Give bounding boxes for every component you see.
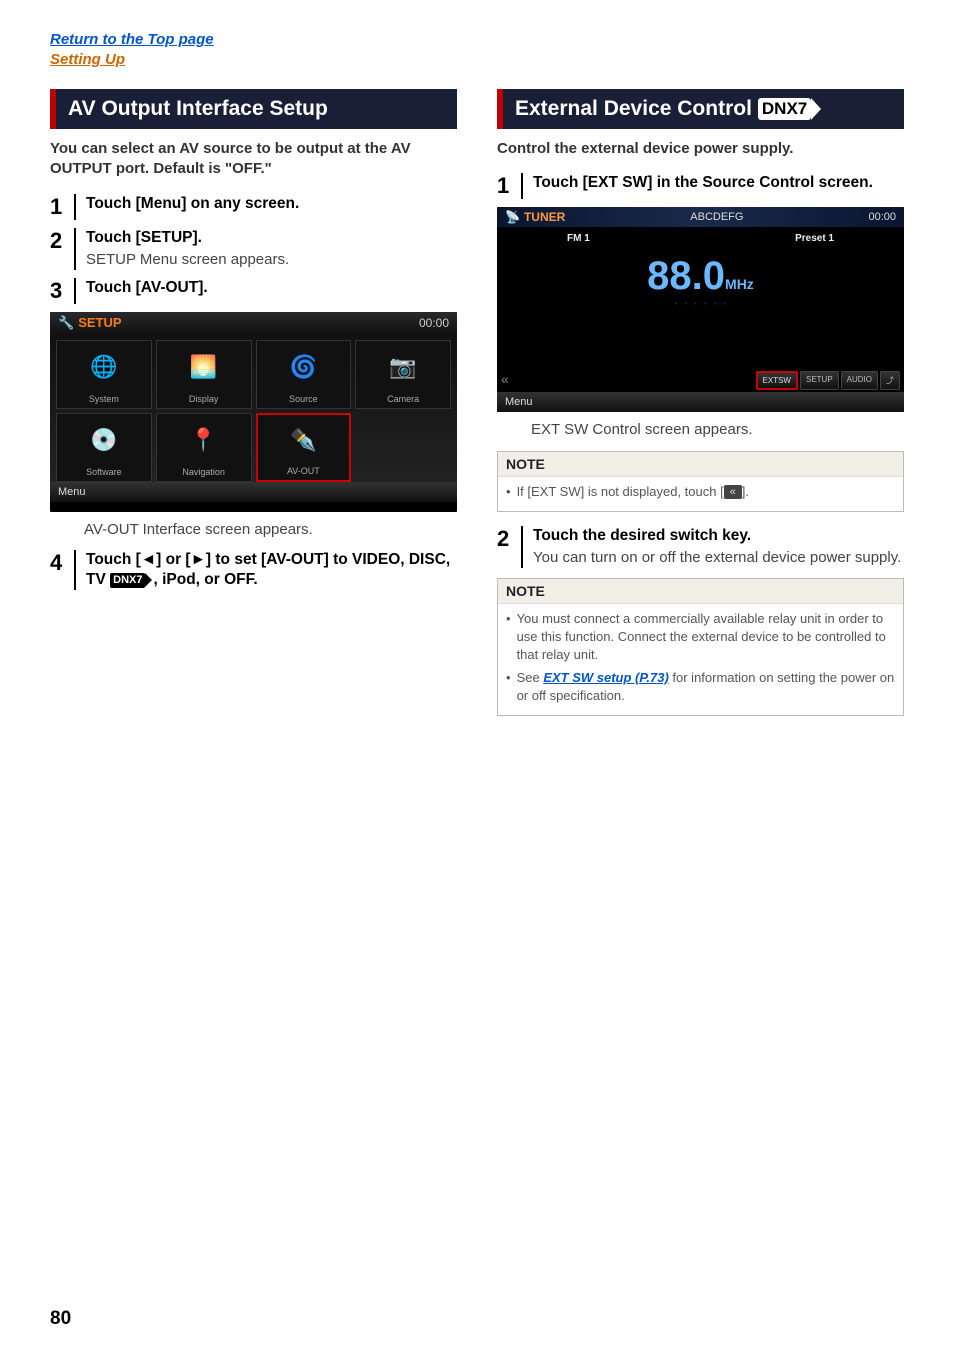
tile-software[interactable]: 💿Software (56, 413, 152, 482)
note-box-1: NOTE If [EXT SW] is not displayed, touch… (497, 451, 904, 512)
note1-bullet: If [EXT SW] is not displayed, touch [«]. (506, 483, 895, 501)
step-1: 1 Touch [Menu] on any screen. (50, 194, 457, 220)
nav-icon: 📍 (157, 414, 251, 467)
antenna-icon: 📡 (505, 210, 520, 224)
heading-ext-device: External Device Control DNX7 (497, 89, 904, 129)
after-setup-shot: AV-OUT Interface screen appears. (84, 520, 457, 540)
tile-avout[interactable]: ✒️AV-OUT (256, 413, 352, 482)
tuner-label: TUNER (524, 210, 565, 224)
display-icon: 🌅 (157, 341, 251, 394)
camera-icon: 📷 (356, 341, 450, 394)
r-step-1-title: Touch [EXT SW] in the Source Control scr… (533, 173, 904, 193)
r-step-2-desc: You can turn on or off the external devi… (533, 548, 904, 568)
return-top-link[interactable]: Return to the Top page (50, 31, 214, 48)
tuner-band-row: FM 1 Preset 1 (497, 227, 904, 250)
after-tuner-shot: EXT SW Control screen appears. (531, 420, 904, 440)
note-box-2: NOTE You must connect a commercially ava… (497, 578, 904, 716)
ext-intro: Control the external device power supply… (497, 139, 904, 159)
scroll-left-small-icon: « (724, 485, 742, 499)
avout-icon: ✒️ (258, 415, 350, 466)
heading-av-output-text: AV Output Interface Setup (68, 97, 328, 121)
note2-bullet-2: See EXT SW setup (P.73) for information … (506, 669, 895, 705)
step-num-3: 3 (50, 278, 74, 304)
note2-title: NOTE (498, 579, 903, 604)
extsw-button[interactable]: EXTSW (756, 371, 798, 390)
section-link[interactable]: Setting Up (50, 51, 125, 68)
tuner-abcdefg: ABCDEFG (690, 211, 743, 223)
breadcrumb: Return to the Top page Setting Up (50, 30, 904, 69)
r-step-2-title: Touch the desired switch key. (533, 526, 904, 546)
step-3: 3 Touch [AV-OUT]. (50, 278, 457, 304)
tile-system[interactable]: 🌐System (56, 340, 152, 409)
tile-source[interactable]: 🌀Source (256, 340, 352, 409)
r-step-2: 2 Touch the desired switch key. You can … (497, 526, 904, 568)
step-1-title: Touch [Menu] on any screen. (86, 194, 457, 214)
note2-bullet-1: You must connect a commercially availabl… (506, 610, 895, 665)
step-2-title: Touch [SETUP]. (86, 228, 457, 248)
setup-screenshot: 🔧 SETUP 00:00 🌐System 🌅Display 🌀Source 📷… (50, 312, 457, 512)
setup-menu-button[interactable]: Menu (50, 482, 457, 502)
step-2: 2 Touch [SETUP]. SETUP Menu screen appea… (50, 228, 457, 270)
tile-display[interactable]: 🌅Display (156, 340, 252, 409)
setup-clock: 00:00 (419, 316, 449, 330)
tuner-setup-button[interactable]: SETUP (800, 371, 839, 390)
r-step-num-2: 2 (497, 526, 521, 568)
tuner-logo: 📡 TUNER (505, 210, 565, 224)
setup-logo: 🔧 SETUP (58, 315, 122, 331)
tuner-audio-button[interactable]: AUDIO (841, 371, 878, 390)
tuner-screenshot: 📡 TUNER ABCDEFG 00:00 FM 1 Preset 1 88.0… (497, 207, 904, 412)
heading-av-output: AV Output Interface Setup (50, 89, 457, 129)
right-column: External Device Control DNX7 Control the… (497, 89, 904, 730)
tuner-band: FM 1 (567, 233, 590, 244)
r-step-num-1: 1 (497, 173, 521, 199)
tuner-menu-button[interactable]: Menu (497, 392, 904, 412)
av-intro: You can select an AV source to be output… (50, 139, 457, 180)
tuner-preset: Preset 1 (795, 233, 834, 244)
tile-navigation[interactable]: 📍Navigation (156, 413, 252, 482)
step-num-4: 4 (50, 550, 74, 590)
step-3-title: Touch [AV-OUT]. (86, 278, 457, 298)
step-4: 4 Touch [◄] or [►] to set [AV-OUT] to VI… (50, 550, 457, 590)
disc-icon: 💿 (57, 414, 151, 467)
r-step-1: 1 Touch [EXT SW] in the Source Control s… (497, 173, 904, 199)
step-2-desc: SETUP Menu screen appears. (86, 250, 457, 270)
setup-label: SETUP (78, 315, 121, 330)
wrench-icon: 🔧 (58, 315, 74, 331)
globe-icon: 🌐 (57, 341, 151, 394)
note1-title: NOTE (498, 452, 903, 477)
tuner-right-button[interactable]: ⤴ (880, 371, 900, 390)
tuner-clock: 00:00 (868, 211, 896, 223)
source-icon: 🌀 (257, 341, 351, 394)
dnx7-inline-badge: DNX7 (110, 573, 145, 588)
dnx7-heading-badge: DNX7 (758, 98, 811, 120)
step-4-title: Touch [◄] or [►] to set [AV-OUT] to VIDE… (86, 550, 457, 590)
heading-ext-device-text: External Device Control (515, 97, 752, 121)
tile-camera[interactable]: 📷Camera (355, 340, 451, 409)
mhz-label: MHz (725, 276, 754, 292)
freq-reflection: · · · · · · (497, 295, 904, 313)
step-num-2: 2 (50, 228, 74, 270)
left-column: AV Output Interface Setup You can select… (50, 89, 457, 730)
page-number: 80 (50, 1308, 71, 1330)
step-num-1: 1 (50, 194, 74, 220)
ext-sw-setup-link[interactable]: EXT SW setup (P.73) (543, 670, 668, 685)
